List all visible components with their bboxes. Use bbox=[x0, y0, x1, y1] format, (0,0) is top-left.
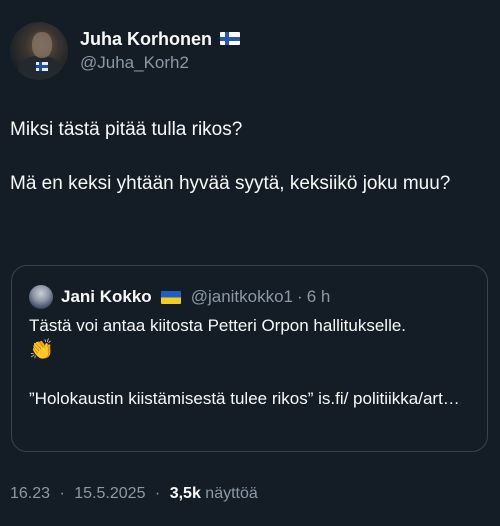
quoted-header: Jani Kokko @janitkokko1 · 6 h bbox=[29, 285, 330, 309]
author-names: Juha Korhonen @Juha_Korh2 bbox=[80, 28, 241, 75]
quoted-line-1: Tästä voi antaa kiitosta Petteri Orpon h… bbox=[29, 316, 407, 335]
quoted-tweet[interactable]: Jani Kokko @janitkokko1 · 6 h Tästä voi … bbox=[11, 265, 488, 452]
quoted-handle[interactable]: @janitkokko1 bbox=[191, 286, 293, 308]
views-label: näyttöä bbox=[205, 485, 258, 502]
avatar-flag-icon bbox=[36, 62, 48, 71]
tweet-date[interactable]: 15.5.2025 bbox=[74, 485, 145, 502]
tweet: Juha Korhonen @Juha_Korh2 Miksi tästä pi… bbox=[0, 0, 500, 526]
tweet-meta: 16.23 · 15.5.2025 · 3,5k näyttöä bbox=[10, 483, 258, 505]
avatar-face bbox=[32, 32, 52, 58]
tweet-line-2: Mä en keksi yhtään hyvää syytä, keksiikö… bbox=[10, 173, 451, 194]
ukraine-flag-icon bbox=[160, 290, 181, 304]
views-count[interactable]: 3,5k bbox=[170, 485, 201, 502]
quoted-time[interactable]: 6 h bbox=[307, 286, 331, 308]
tweet-line-gap bbox=[10, 143, 480, 170]
tweet-header: Juha Korhonen @Juha_Korh2 bbox=[10, 22, 241, 80]
clapping-hands-icon: 👏 bbox=[29, 339, 54, 361]
tweet-text: Miksi tästä pitää tulla rikos? Mä en kek… bbox=[10, 116, 480, 197]
quoted-separator: · bbox=[297, 287, 303, 306]
author-name[interactable]: Juha Korhonen bbox=[80, 28, 212, 50]
author-avatar[interactable] bbox=[10, 22, 68, 80]
quoted-name[interactable]: Jani Kokko bbox=[61, 286, 152, 308]
tweet-time[interactable]: 16.23 bbox=[10, 485, 50, 502]
meta-separator-2: · bbox=[154, 485, 161, 502]
quoted-text: Tästä voi antaa kiitosta Petteri Orpon h… bbox=[29, 314, 479, 411]
author-name-row[interactable]: Juha Korhonen bbox=[80, 28, 241, 50]
quoted-line-2: ”Holokaustin kiistämisestä tulee rikos” … bbox=[29, 389, 460, 408]
quoted-gap bbox=[29, 363, 479, 387]
finland-flag-icon bbox=[220, 32, 241, 45]
tweet-line-1: Miksi tästä pitää tulla rikos? bbox=[10, 119, 243, 140]
author-handle[interactable]: @Juha_Korh2 bbox=[80, 51, 240, 75]
quoted-avatar[interactable] bbox=[29, 285, 53, 309]
meta-separator-1: · bbox=[59, 485, 65, 502]
